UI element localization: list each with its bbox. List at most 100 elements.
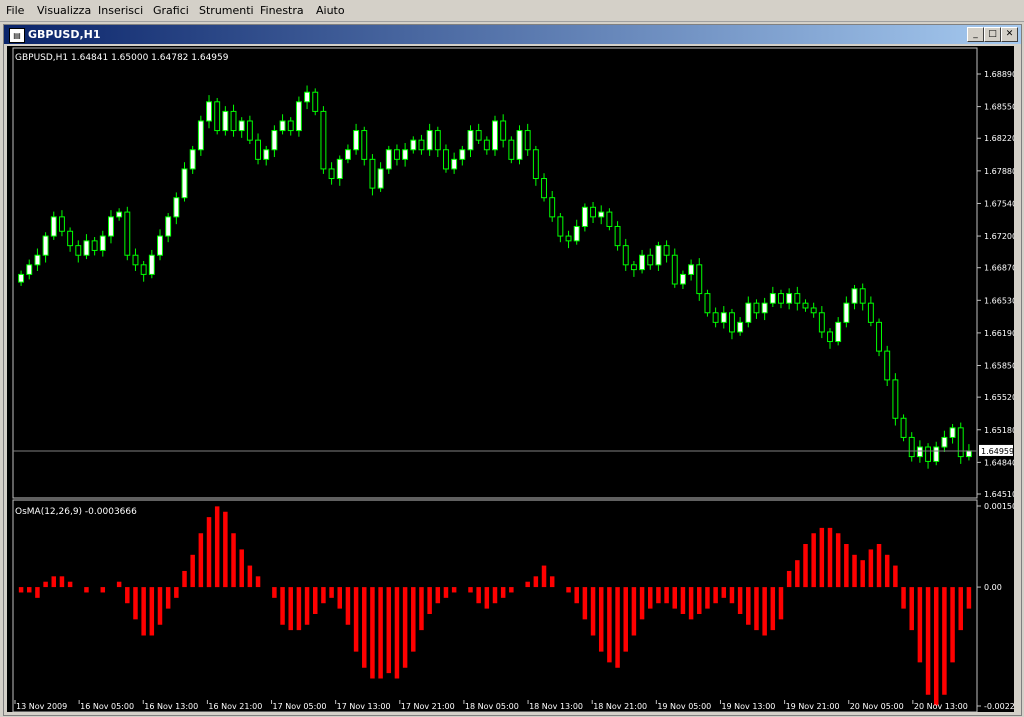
candle-body [287, 120, 294, 132]
candle-body [761, 302, 768, 314]
candle-body [271, 130, 278, 151]
candle-body [712, 312, 719, 323]
candle-body [206, 101, 212, 122]
candle-body [818, 312, 825, 333]
candle-body [263, 149, 270, 160]
candle-body [925, 446, 932, 462]
candle-body [876, 321, 882, 352]
window-titlebar[interactable]: ▤ GBPUSD,H1 _ □ ✕ [4, 25, 1021, 44]
candle-body [908, 436, 915, 458]
candle-body [336, 158, 343, 180]
price-chart-svg: 1.68890 1.68550 1.68220 1.67880 1.67540 1.672… [12, 47, 1022, 713]
menu-finestra[interactable]: Finestra [260, 4, 304, 17]
price-tick-label: 1.67880 [984, 167, 1014, 176]
candle-body [663, 245, 670, 256]
chart-window-icon: ▤ [9, 28, 25, 43]
osma-pane-frame [12, 499, 978, 713]
minimize-button[interactable]: _ [967, 27, 984, 42]
candle-body [884, 350, 891, 381]
time-label: 18 Nov 05:00 [465, 702, 519, 711]
candle-body [737, 321, 744, 333]
candle-body [124, 211, 131, 256]
candle-body [720, 312, 727, 323]
candle-body [729, 312, 735, 333]
candle-body [851, 288, 858, 304]
candle-body [304, 91, 311, 103]
menu-strumenti[interactable]: Strumenti [199, 4, 254, 17]
candle-body [614, 225, 621, 247]
time-label: 17 Nov 05:00 [273, 702, 327, 711]
candle-body [295, 101, 302, 132]
candle-body [467, 130, 474, 151]
candle-body [949, 427, 956, 438]
candle-body [794, 293, 801, 304]
candle-body [320, 110, 327, 170]
time-label: 19 Nov 21:00 [786, 702, 840, 711]
price-tick-label: 1.64510 [984, 490, 1014, 499]
candle-body [704, 293, 711, 314]
candle-body [18, 273, 25, 283]
candle-body [214, 101, 221, 132]
candle-body [565, 235, 572, 242]
candle-body [483, 139, 490, 151]
maximize-button[interactable]: □ [984, 27, 1001, 42]
candle-body [810, 307, 817, 314]
price-tick-label: 1.66530 [984, 296, 1014, 305]
symbol-info-label: GBPUSD,H1 1.64841 1.65000 1.64782 1.6495… [15, 53, 229, 63]
candle-body [753, 302, 760, 314]
candle-body [867, 302, 874, 323]
time-label: 17 Nov 13:00 [337, 702, 391, 711]
candle-body [83, 240, 90, 256]
osma-pane [18, 506, 972, 706]
candle-body [165, 216, 172, 237]
time-label: 16 Nov 05:00 [80, 702, 134, 711]
candle-body [385, 149, 392, 170]
candle-body [655, 245, 662, 266]
menu-grafici[interactable]: Grafici [153, 4, 189, 17]
candle-body [344, 149, 351, 160]
candle-body [75, 245, 82, 256]
osma-tick-label: -0.00221 [984, 702, 1014, 711]
candle-body [222, 110, 229, 132]
price-tick-label: 1.66190 [984, 329, 1014, 338]
candle-body [524, 130, 531, 151]
candle-body [957, 427, 964, 458]
candle-body [108, 216, 114, 237]
menu-inserisci[interactable]: Inserisci [98, 4, 143, 17]
time-label: 19 Nov 05:00 [657, 702, 711, 711]
candle-body [418, 139, 425, 151]
price-tick-label: 1.68550 [984, 103, 1014, 112]
time-label: 18 Nov 21:00 [593, 702, 647, 711]
vertical-scrollbar[interactable] [1014, 46, 1020, 712]
current-price-label: 1.64959 [981, 447, 1014, 456]
candle-body [279, 120, 286, 132]
candle-body [859, 288, 866, 304]
menu-visualizza[interactable]: Visualizza [37, 4, 91, 17]
candle-body [230, 110, 237, 132]
candle-body [132, 254, 139, 266]
menu-bar: File Visualizza Inserisci Grafici Strume… [0, 0, 1024, 22]
candle-body [42, 235, 49, 256]
candle-body [500, 120, 507, 141]
candle-body [900, 417, 907, 438]
candle-body [434, 130, 441, 151]
candle-body [361, 130, 368, 160]
candle-body [688, 264, 695, 275]
time-label: 16 Nov 21:00 [208, 702, 262, 711]
chart-canvas[interactable]: 1.68890 1.68550 1.68220 1.67880 1.67540 1.672… [7, 46, 1022, 713]
candle-body [786, 293, 793, 304]
candle-body [181, 168, 188, 199]
candle-body [393, 149, 400, 160]
candle-body [965, 450, 972, 458]
time-label: 13 Nov 2009 [16, 702, 67, 711]
time-label: 18 Nov 13:00 [529, 702, 583, 711]
close-button[interactable]: ✕ [1001, 27, 1018, 42]
candle-body [189, 149, 196, 170]
candle-body [843, 302, 850, 323]
candle-body [410, 139, 417, 151]
menu-aiuto[interactable]: Aiuto [316, 4, 345, 17]
price-tick-label: 1.68220 [984, 134, 1014, 143]
menu-file[interactable]: File [6, 4, 24, 17]
candle-body [549, 197, 556, 218]
candle-body [197, 120, 204, 151]
